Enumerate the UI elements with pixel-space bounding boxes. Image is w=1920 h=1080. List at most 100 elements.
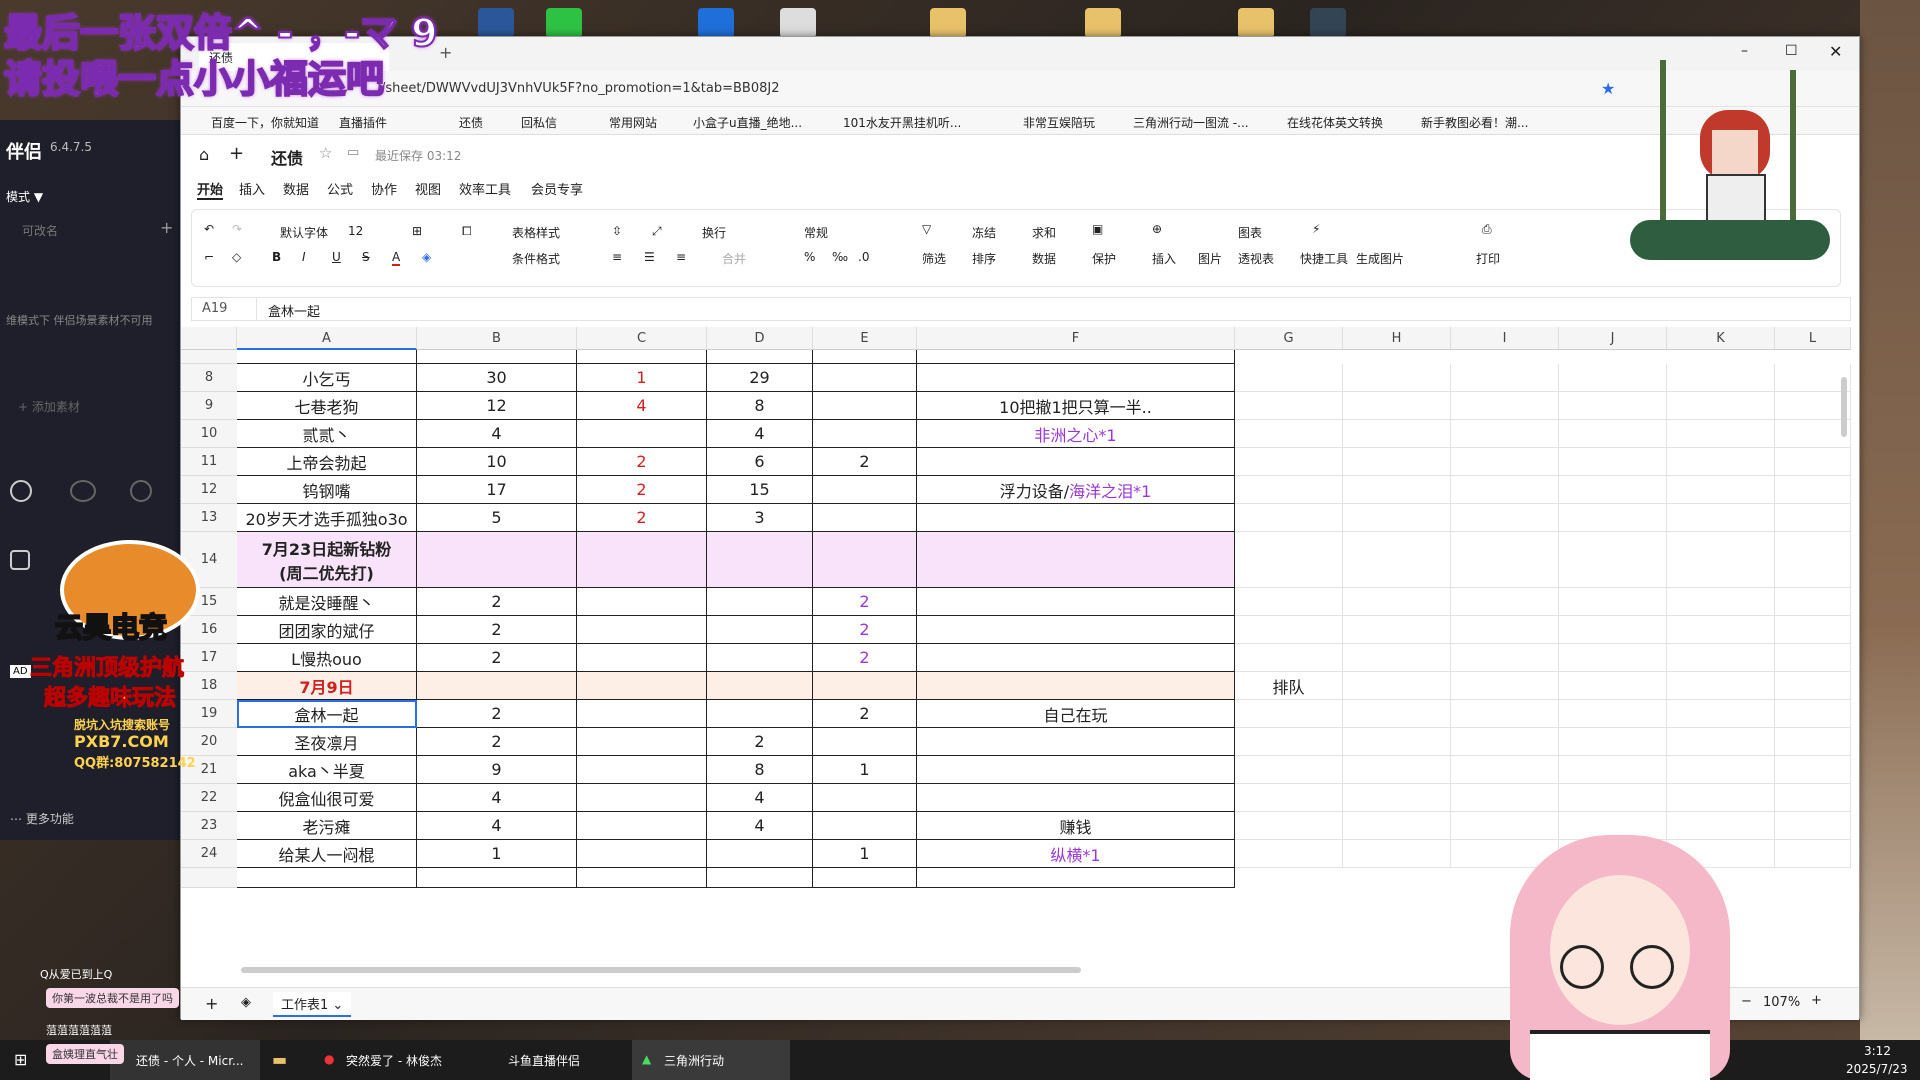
cell-F18[interactable] (917, 672, 1235, 700)
cell-G10[interactable] (1235, 420, 1343, 448)
column-header-J[interactable]: J (1559, 327, 1667, 350)
tab-efficiency[interactable]: 效率工具 (459, 179, 511, 198)
cell-K9[interactable] (1667, 392, 1775, 420)
home-icon[interactable]: ⌂ (199, 145, 209, 164)
cell-K21[interactable] (1667, 756, 1775, 784)
cell-B9[interactable]: 12 (417, 392, 577, 420)
cell-F11[interactable] (917, 448, 1235, 476)
cell-D15[interactable] (707, 588, 813, 616)
cell-C19[interactable] (577, 700, 707, 728)
cell-B18[interactable] (417, 672, 577, 700)
cell-partial[interactable] (917, 350, 1235, 364)
cell-L8[interactable] (1775, 364, 1851, 392)
cell-G9[interactable] (1235, 392, 1343, 420)
cell-A15[interactable]: 就是没睡醒丶 (237, 588, 417, 616)
cell-G8[interactable] (1235, 364, 1343, 392)
cell-I12[interactable] (1451, 476, 1559, 504)
cell-L21[interactable] (1775, 756, 1851, 784)
cell-E14[interactable] (813, 532, 917, 588)
row-header-partial-bottom[interactable] (181, 868, 237, 888)
cell-G11[interactable] (1235, 448, 1343, 476)
cell-partial[interactable] (707, 350, 813, 364)
cell-I14[interactable] (1451, 532, 1559, 588)
cell-C23[interactable] (577, 812, 707, 840)
cell-I10[interactable] (1451, 420, 1559, 448)
bookmark-7[interactable]: 101水友开黑挂机听... (843, 114, 961, 131)
column-header-I[interactable]: I (1451, 327, 1559, 350)
cell-L13[interactable] (1775, 504, 1851, 532)
cell-H18[interactable] (1343, 672, 1451, 700)
cell-L12[interactable] (1775, 476, 1851, 504)
cell-E13[interactable] (813, 504, 917, 532)
cell-partial-bottom[interactable] (813, 868, 917, 888)
cell-C14[interactable] (577, 532, 707, 588)
cell-L18[interactable] (1775, 672, 1851, 700)
cell-I21[interactable] (1451, 756, 1559, 784)
cell-partial[interactable] (577, 350, 707, 364)
lock-icon[interactable]: ▣ (1092, 222, 1103, 236)
table-style-button[interactable]: 表格样式 (512, 224, 560, 241)
cell-E18[interactable] (813, 672, 917, 700)
cell-I17[interactable] (1451, 644, 1559, 672)
cell-J18[interactable] (1559, 672, 1667, 700)
cell-J16[interactable] (1559, 616, 1667, 644)
cell-I22[interactable] (1451, 784, 1559, 812)
cell-C9[interactable]: 4 (577, 392, 707, 420)
folder-desktop-icon-3[interactable] (1238, 8, 1274, 38)
cell-C8[interactable]: 1 (577, 364, 707, 392)
cell-A9[interactable]: 七巷老狗 (237, 392, 417, 420)
cell-J8[interactable] (1559, 364, 1667, 392)
cell-K22[interactable] (1667, 784, 1775, 812)
underline-button[interactable]: U (332, 250, 341, 264)
bookmark-6[interactable]: 小盒子u直播_绝地... (693, 114, 802, 131)
cell-E20[interactable] (813, 728, 917, 756)
cell-D24[interactable] (707, 840, 813, 868)
add-sheet-icon[interactable]: + (205, 994, 218, 1013)
cell-D16[interactable] (707, 616, 813, 644)
cell-L11[interactable] (1775, 448, 1851, 476)
tab-view[interactable]: 视图 (415, 179, 441, 198)
tab-member[interactable]: 会员专享 (531, 179, 583, 198)
cell-partial-bottom[interactable] (417, 868, 577, 888)
cell-J14[interactable] (1559, 532, 1667, 588)
cell-E24[interactable]: 1 (813, 840, 917, 868)
cell-G18[interactable]: 排队 (1235, 672, 1343, 700)
cell-K19[interactable] (1667, 700, 1775, 728)
cell-partial[interactable] (237, 350, 417, 364)
cell-I19[interactable] (1451, 700, 1559, 728)
gen-image-button[interactable]: 生成图片 (1356, 250, 1404, 267)
document-title[interactable]: 还债 (271, 145, 303, 169)
cell-E23[interactable] (813, 812, 917, 840)
cell-K17[interactable] (1667, 644, 1775, 672)
cell-F20[interactable] (917, 728, 1235, 756)
cell-L9[interactable] (1775, 392, 1851, 420)
cell-A17[interactable]: L慢热ouo (237, 644, 417, 672)
cell-E19[interactable]: 2 (813, 700, 917, 728)
cell-A23[interactable]: 老污瘫 (237, 812, 417, 840)
cell-J22[interactable] (1559, 784, 1667, 812)
cell-H10[interactable] (1343, 420, 1451, 448)
bookmark-2[interactable]: 直播插件 (339, 114, 387, 131)
rename-label[interactable]: 可改名 (22, 222, 58, 239)
tab-collab[interactable]: 协作 (371, 179, 397, 198)
cell-J19[interactable] (1559, 700, 1667, 728)
file-explorer-icon[interactable]: ▬ (272, 1050, 287, 1069)
cell-B12[interactable]: 17 (417, 476, 577, 504)
strike-button[interactable]: S (362, 250, 370, 264)
bookmark-9[interactable]: 三角洲行动一图流 -... (1133, 114, 1249, 131)
row-header-partial[interactable] (181, 350, 237, 364)
tab-home[interactable]: 开始 (197, 179, 224, 200)
taskbar-app-music[interactable]: ● 突然爱了 - 林俊杰 (316, 1040, 466, 1080)
cell-E11[interactable]: 2 (813, 448, 917, 476)
cell-F24[interactable]: 纵横*1 (917, 840, 1235, 868)
align-vertical-icon[interactable]: ⇳ (612, 224, 622, 238)
cell-C13[interactable]: 2 (577, 504, 707, 532)
column-header-B[interactable]: B (417, 327, 577, 350)
cell-D11[interactable]: 6 (707, 448, 813, 476)
cell-H23[interactable] (1343, 812, 1451, 840)
cell-D9[interactable]: 8 (707, 392, 813, 420)
cell-J17[interactable] (1559, 644, 1667, 672)
quick-tools-icon[interactable]: ⚡ (1312, 222, 1320, 236)
cell-E10[interactable] (813, 420, 917, 448)
cell-C24[interactable] (577, 840, 707, 868)
